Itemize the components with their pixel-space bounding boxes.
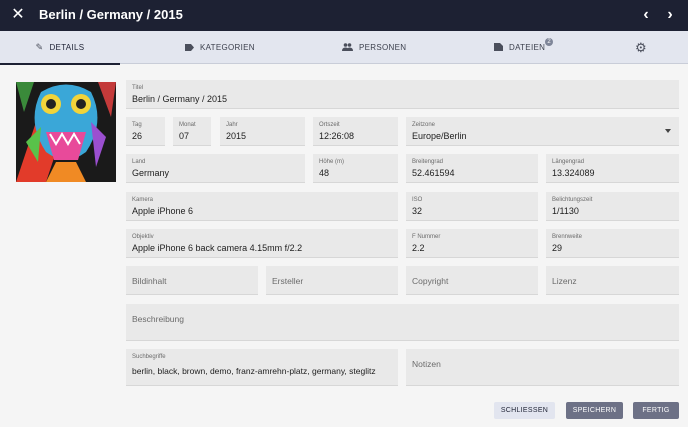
tab-dateien[interactable]: DATEIEN	[494, 31, 545, 64]
beschreibung-textarea[interactable]: Beschreibung	[126, 304, 679, 341]
dropdown-arrow-icon[interactable]	[665, 129, 671, 133]
chevron-left-icon[interactable]: ‹	[636, 5, 656, 25]
hoehe-field[interactable]: Höhe (m) 48	[313, 154, 398, 183]
objektiv-field[interactable]: Objektiv Apple iPhone 6 back camera 4.15…	[126, 229, 398, 258]
tab-details-label: DETAILS	[49, 43, 85, 52]
tab-kategorien-label: KATEGORIEN	[200, 43, 255, 52]
zeitzone-label: Zeitzone	[412, 122, 436, 128]
monat-value: 07	[179, 131, 190, 141]
objektiv-label: Objektiv	[132, 234, 154, 240]
iso-field[interactable]: ISO 32	[406, 192, 538, 221]
land-field[interactable]: Land Germany	[126, 154, 305, 183]
pencil-icon: ✎	[35, 42, 44, 52]
tab-kategorien[interactable]: KATEGORIEN	[185, 31, 255, 64]
label-icon	[185, 43, 194, 53]
belichtungszeit-label: Belichtungszeit	[552, 197, 593, 203]
jahr-label: Jahr	[226, 122, 238, 128]
monat-field[interactable]: Monat 07	[173, 117, 211, 146]
speichern-button[interactable]: SPEICHERN	[566, 402, 623, 419]
brennweite-value: 29	[552, 243, 563, 253]
folder-icon	[494, 42, 503, 53]
titel-label: Titel	[132, 85, 144, 91]
top-bar: ✕ Berlin / Germany / 2015 ‹ ›	[0, 0, 688, 31]
breitengrad-field[interactable]: Breitengrad 52.461594	[406, 154, 538, 183]
tab-details[interactable]: ✎ DETAILS	[0, 31, 120, 65]
laengengrad-field[interactable]: Längengrad 13.324089	[546, 154, 679, 183]
fnummer-label: F Nummer	[412, 234, 441, 240]
tag-label: Tag	[132, 122, 142, 128]
tab-personen-label: PERSONEN	[359, 43, 407, 52]
titel-field[interactable]: Titel Berlin / Germany / 2015	[126, 80, 679, 109]
jahr-value: 2015	[226, 131, 247, 141]
beschreibung-placeholder: Beschreibung	[132, 314, 184, 324]
land-label: Land	[132, 159, 146, 165]
active-tab-indicator	[0, 63, 120, 65]
bildinhalt-placeholder: Bildinhalt	[132, 276, 167, 286]
belichtungszeit-field[interactable]: Belichtungszeit 1/1130	[546, 192, 679, 221]
kamera-label: Kamera	[132, 197, 154, 203]
lizenz-input[interactable]: Lizenz	[546, 266, 679, 295]
zeitzone-value: Europe/Berlin	[412, 131, 467, 141]
tag-field[interactable]: Tag 26	[126, 117, 165, 146]
brennweite-label: Brennweite	[552, 234, 583, 240]
ortszeit-label: Ortszeit	[319, 122, 340, 128]
ortszeit-field[interactable]: Ortszeit 12:26:08	[313, 117, 398, 146]
hoehe-label: Höhe (m)	[319, 159, 345, 165]
ersteller-placeholder: Ersteller	[272, 276, 304, 286]
dateien-count-badge: 2	[545, 38, 553, 46]
monat-label: Monat	[179, 122, 196, 128]
suchbegriffe-label: Suchbegriffe	[132, 354, 166, 360]
brennweite-field[interactable]: Brennweite 29	[546, 229, 679, 258]
photo-thumbnail[interactable]	[16, 82, 116, 182]
fertig-button[interactable]: FERTIG	[633, 402, 679, 419]
laengengrad-value: 13.324089	[552, 168, 595, 178]
notizen-placeholder: Notizen	[412, 359, 441, 369]
close-icon[interactable]: ✕	[8, 5, 28, 25]
iso-label: ISO	[412, 197, 423, 203]
page-title: Berlin / Germany / 2015	[39, 7, 183, 22]
fnummer-value: 2.2	[412, 243, 425, 253]
suchbegriffe-value: berlin, black, brown, demo, franz-amrehn…	[132, 366, 376, 376]
objektiv-value: Apple iPhone 6 back camera 4.15mm f/2.2	[132, 243, 303, 253]
land-value: Germany	[132, 168, 170, 178]
hoehe-value: 48	[319, 168, 330, 178]
bildinhalt-input[interactable]: Bildinhalt	[126, 266, 258, 295]
breitengrad-value: 52.461594	[412, 168, 455, 178]
laengengrad-label: Längengrad	[552, 159, 585, 165]
belichtungszeit-value: 1/1130	[552, 206, 579, 216]
breitengrad-label: Breitengrad	[412, 159, 444, 165]
copyright-input[interactable]: Copyright	[406, 266, 538, 295]
zeitzone-select[interactable]: Zeitzone Europe/Berlin	[406, 117, 679, 146]
kamera-value: Apple iPhone 6	[132, 206, 194, 216]
kamera-field[interactable]: Kamera Apple iPhone 6	[126, 192, 398, 221]
tab-dateien-label: DATEIEN	[509, 43, 546, 52]
ortszeit-value: 12:26:08	[319, 131, 355, 141]
schliessen-button[interactable]: SCHLIESSEN	[494, 402, 555, 419]
tab-settings[interactable]: ⚙	[635, 31, 647, 64]
tag-value: 26	[132, 131, 143, 141]
ersteller-input[interactable]: Ersteller	[266, 266, 398, 295]
suchbegriffe-textarea[interactable]: Suchbegriffe berlin, black, brown, demo,…	[126, 349, 398, 386]
notizen-textarea[interactable]: Notizen	[406, 349, 679, 386]
gear-icon: ⚙	[635, 39, 647, 55]
iso-value: 32	[412, 206, 423, 216]
copyright-placeholder: Copyright	[412, 276, 449, 286]
chevron-right-icon[interactable]: ›	[660, 5, 680, 25]
tab-personen[interactable]: PERSONEN	[342, 31, 406, 64]
lizenz-placeholder: Lizenz	[552, 276, 577, 286]
titel-value: Berlin / Germany / 2015	[132, 94, 228, 104]
tab-bar: ✎ DETAILS KATEGORIEN PERSONEN DATEIEN ⚙	[0, 31, 688, 65]
jahr-field[interactable]: Jahr 2015	[220, 117, 305, 146]
fnummer-field[interactable]: F Nummer 2.2	[406, 229, 538, 258]
people-icon	[342, 42, 353, 53]
